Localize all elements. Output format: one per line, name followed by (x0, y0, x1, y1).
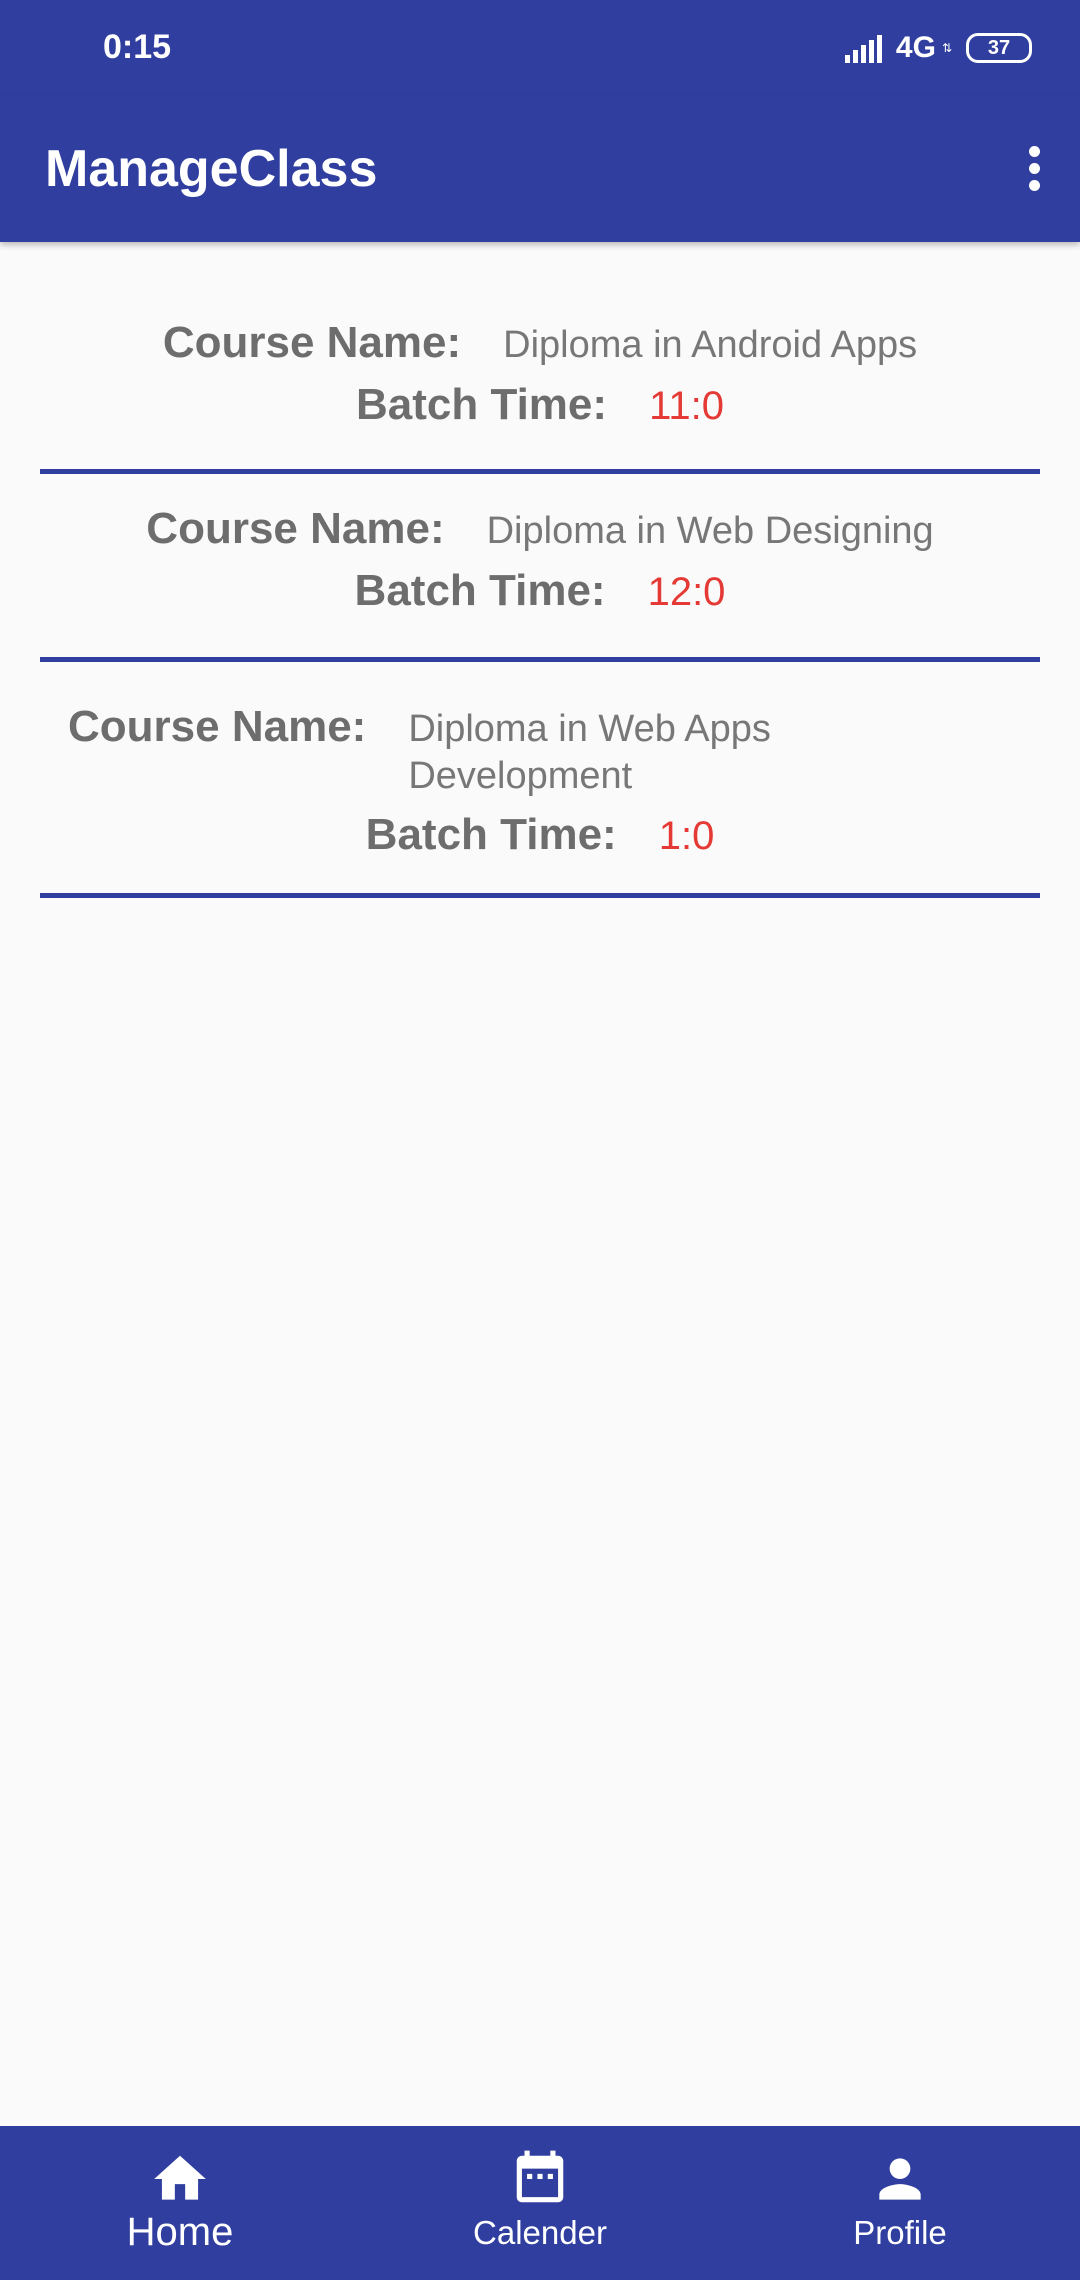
course-card[interactable]: Course Name: Diploma in Web Designing Ba… (40, 474, 1040, 662)
batch-time-value: 12:0 (647, 570, 726, 614)
course-name-label: Course Name: (68, 702, 367, 751)
app-title: ManageClass (45, 140, 378, 198)
nav-calender-label: Calender (473, 2214, 607, 2251)
data-arrows-icon: ⇅ (941, 41, 952, 55)
bottom-navigation: Home Calender Profile (0, 2126, 1080, 2280)
nav-home[interactable]: Home (0, 2126, 360, 2280)
app-bar: ManageClass (0, 95, 1080, 242)
batch-time-label: Batch Time: (356, 380, 608, 429)
nav-profile[interactable]: Profile (720, 2126, 1080, 2280)
signal-icon (842, 33, 882, 63)
batch-time-label: Batch Time: (365, 810, 617, 859)
course-name-value: Diploma in Web Apps Development (408, 708, 771, 797)
course-name-value: Diploma in Web Designing (486, 510, 934, 552)
course-name-label: Course Name: (162, 318, 462, 367)
nav-calender[interactable]: Calender (360, 2126, 720, 2280)
nav-home-label: Home (126, 2210, 234, 2254)
battery-level: 37 (987, 36, 1011, 59)
batch-time-value: 1:0 (658, 814, 715, 858)
batch-time-value: 11:0 (649, 384, 724, 428)
nav-profile-label: Profile (853, 2214, 947, 2251)
network-type: 4G (895, 31, 936, 64)
course-list: Course Name: Diploma in Android Apps Bat… (40, 300, 1040, 898)
course-name-label: Course Name: (146, 504, 445, 553)
battery-icon: 37 (966, 33, 1032, 63)
course-name-value: Diploma in Android Apps (503, 324, 918, 366)
status-icons: 4G ⇅ 37 (842, 28, 1032, 68)
calendar-icon (516, 2150, 564, 2203)
overflow-menu-icon[interactable] (1002, 131, 1066, 205)
batch-time-label: Batch Time: (354, 566, 606, 615)
course-card[interactable]: Course Name: Diploma in Web Apps Develop… (40, 662, 1040, 898)
status-time: 0:15 (103, 28, 172, 66)
status-bar: 0:15 4G ⇅ 37 (0, 0, 1080, 95)
home-icon (154, 2155, 206, 2200)
person-icon (879, 2158, 921, 2200)
course-card[interactable]: Course Name: Diploma in Android Apps Bat… (40, 300, 1040, 474)
